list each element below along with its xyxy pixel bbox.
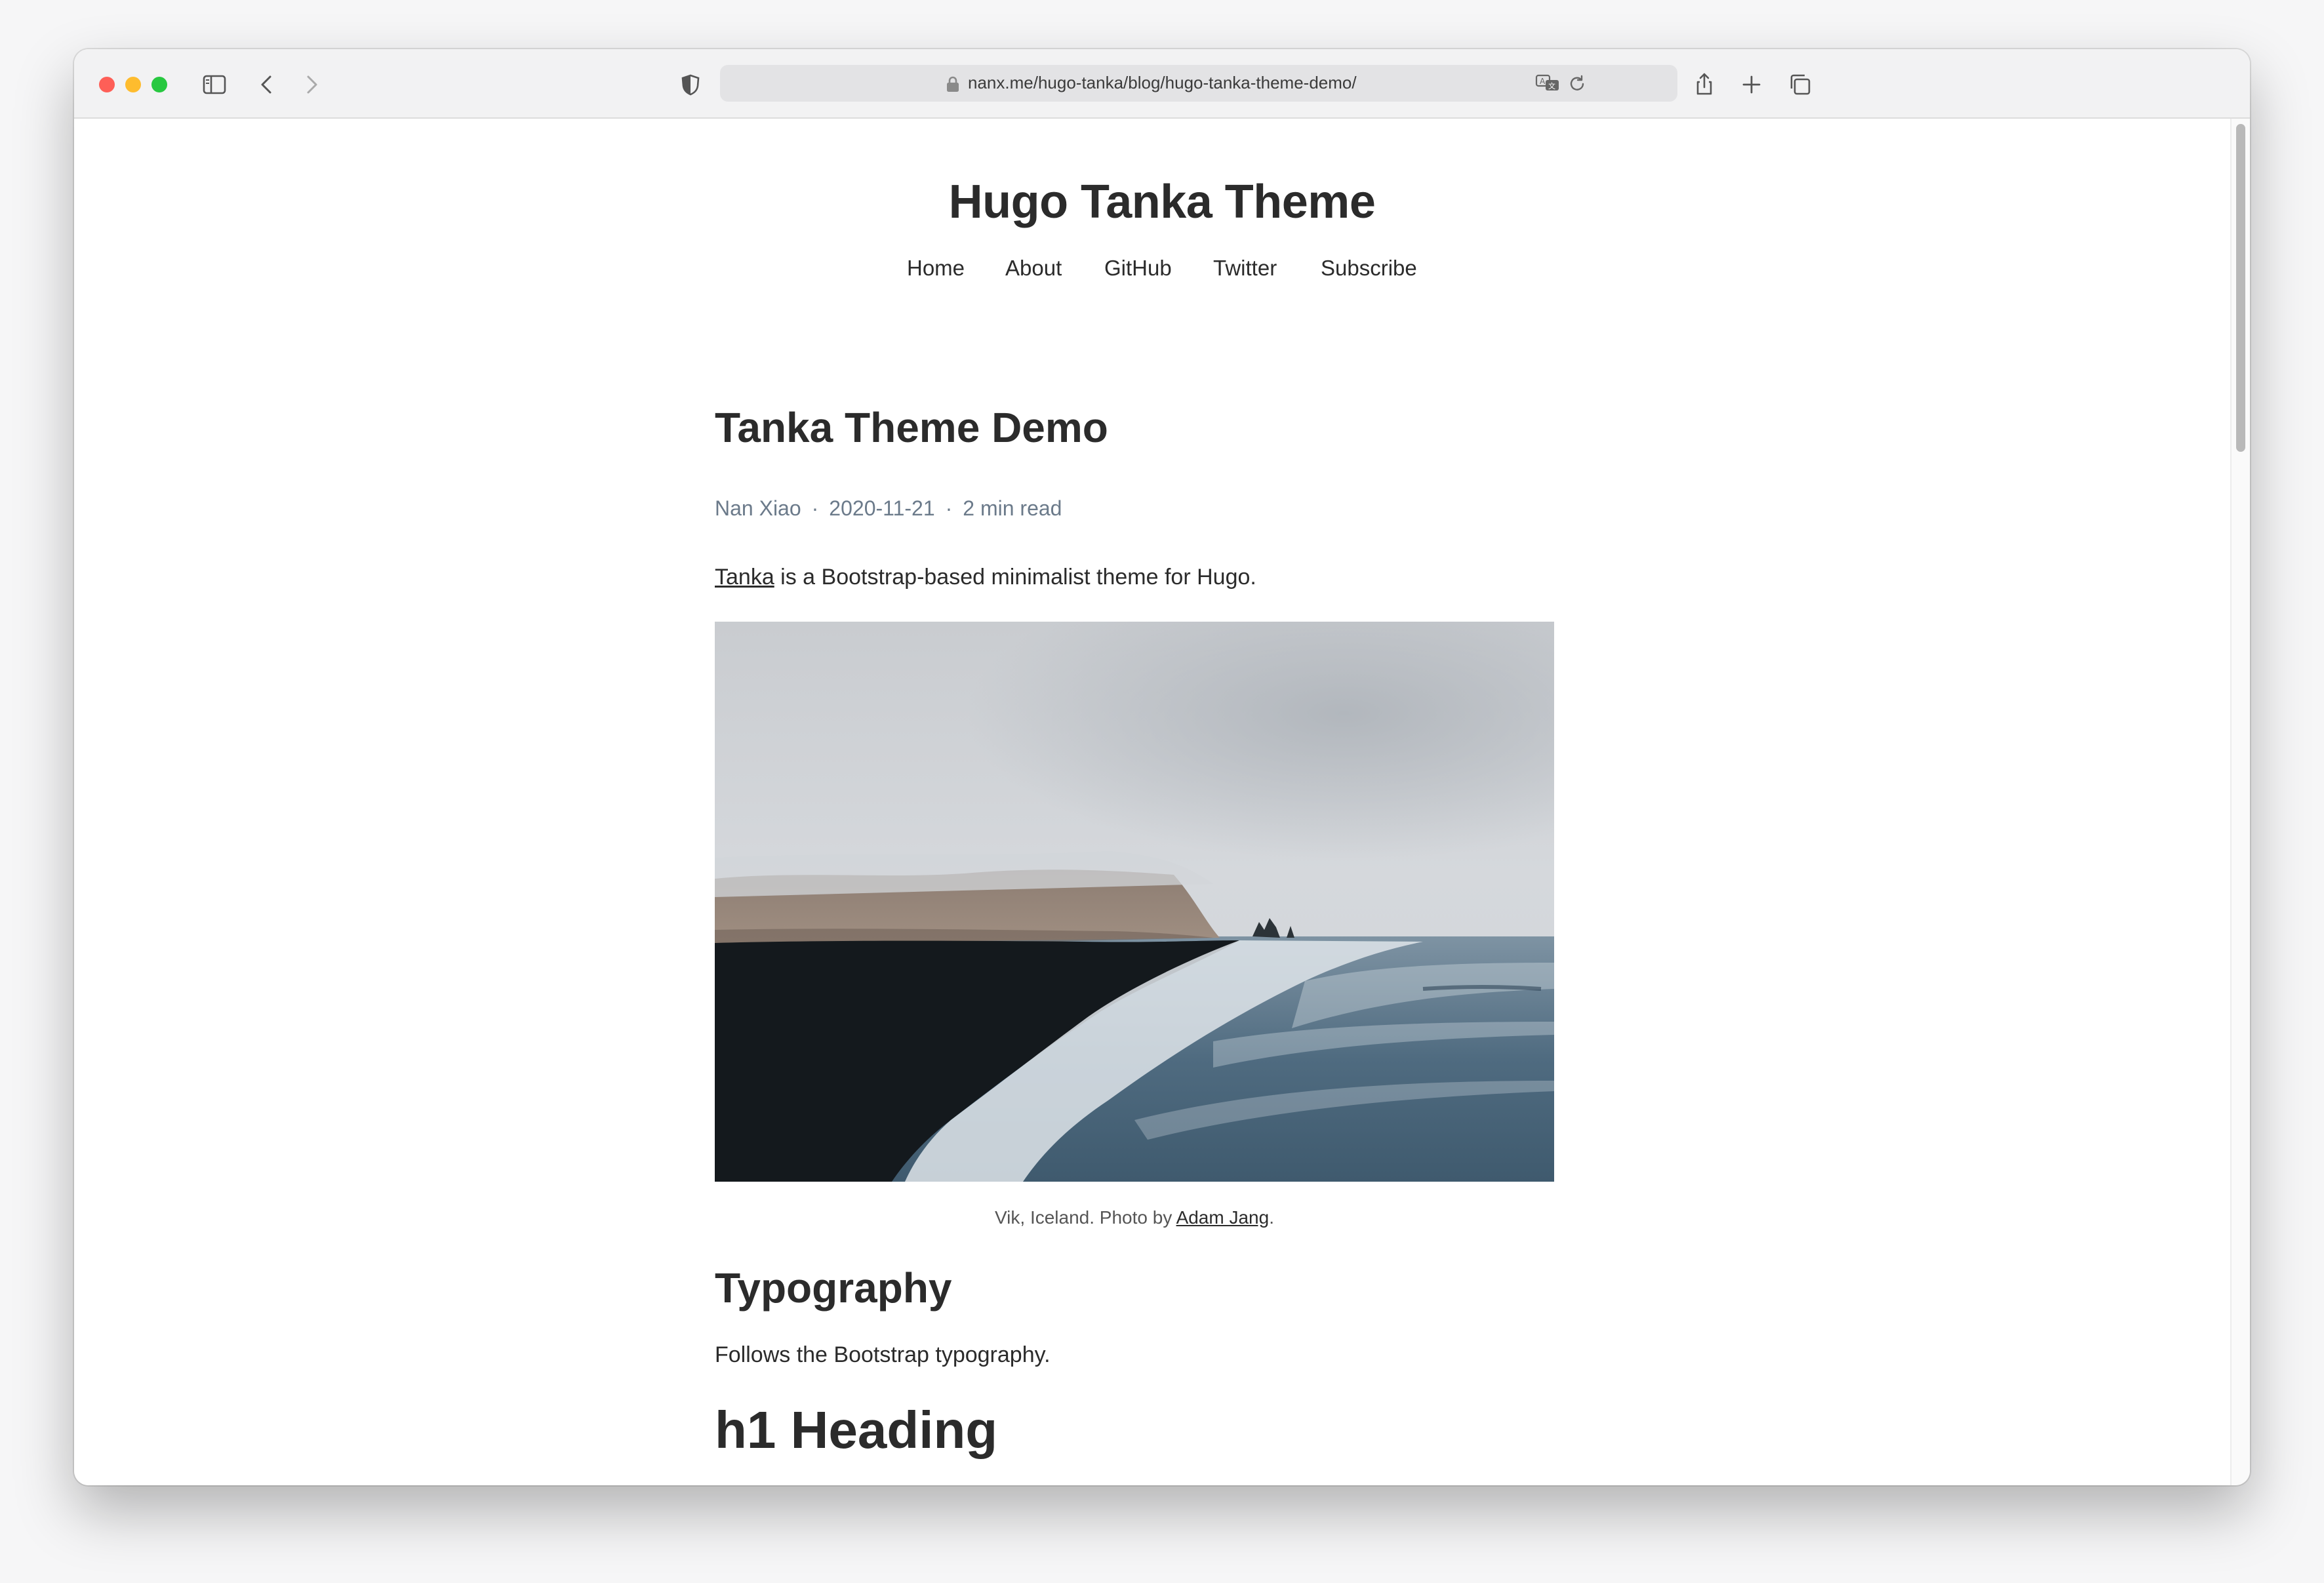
tabs-overview-icon[interactable]	[1784, 69, 1816, 100]
reload-icon[interactable]	[1566, 73, 1588, 95]
meta-separator: ·	[945, 496, 953, 520]
svg-text:A: A	[1540, 77, 1546, 86]
nav-about[interactable]: About	[1005, 256, 1062, 281]
section-heading: Typography	[715, 1264, 952, 1312]
svg-text:文: 文	[1548, 81, 1555, 90]
post-date: 2020-11-21	[829, 496, 935, 520]
sidebar-icon[interactable]	[199, 69, 230, 100]
intro-text: is a Bootstrap-based minimalist theme fo…	[774, 565, 1256, 590]
lock-icon	[945, 75, 961, 92]
post-meta: Nan Xiao · 2020-11-21 · 2 min read	[715, 496, 1062, 521]
chevron-right-icon[interactable]	[296, 69, 327, 100]
photographer-link[interactable]: Adam Jang	[1176, 1207, 1270, 1228]
landscape-photo	[715, 622, 1554, 1182]
section-paragraph: Follows the Bootstrap typography.	[715, 1342, 1051, 1367]
nav-home[interactable]: Home	[907, 256, 965, 281]
zoom-window-button[interactable]	[151, 77, 167, 92]
meta-separator: ·	[811, 496, 819, 520]
site-title[interactable]: Hugo Tanka Theme	[74, 175, 2250, 229]
nav-subscribe[interactable]: Subscribe	[1321, 256, 1417, 281]
address-bar[interactable]: nanx.me/hugo-tanka/blog/hugo-tanka-theme…	[720, 65, 1677, 102]
post-title: Tanka Theme Demo	[715, 404, 1108, 451]
post-read-time: 2 min read	[963, 496, 1062, 520]
scrollbar-thumb[interactable]	[2236, 124, 2245, 452]
close-window-button[interactable]	[99, 77, 115, 92]
browser-window: nanx.me/hugo-tanka/blog/hugo-tanka-theme…	[74, 49, 2250, 1485]
intro-paragraph: Tanka is a Bootstrap-based minimalist th…	[715, 565, 1256, 590]
nav-twitter[interactable]: Twitter	[1213, 256, 1277, 281]
photo-caption: Vik, Iceland. Photo by Adam Jang.	[715, 1207, 1554, 1228]
share-icon[interactable]	[1689, 69, 1720, 100]
shield-icon[interactable]	[675, 69, 706, 100]
caption-text: Vik, Iceland. Photo by	[995, 1207, 1176, 1228]
chevron-left-icon[interactable]	[251, 69, 283, 100]
h1-demo-heading: h1 Heading	[715, 1401, 998, 1459]
caption-suffix: .	[1269, 1207, 1274, 1228]
plus-icon[interactable]	[1736, 69, 1767, 100]
url-text: nanx.me/hugo-tanka/blog/hugo-tanka-theme…	[968, 73, 1357, 92]
nav-github[interactable]: GitHub	[1104, 256, 1172, 281]
browser-toolbar: nanx.me/hugo-tanka/blog/hugo-tanka-theme…	[74, 49, 2250, 119]
tanka-link[interactable]: Tanka	[715, 565, 774, 590]
minimize-window-button[interactable]	[125, 77, 141, 92]
post-author: Nan Xiao	[715, 496, 801, 520]
scrollbar[interactable]	[2230, 119, 2250, 1485]
translate-icon[interactable]: A文	[1534, 71, 1561, 95]
